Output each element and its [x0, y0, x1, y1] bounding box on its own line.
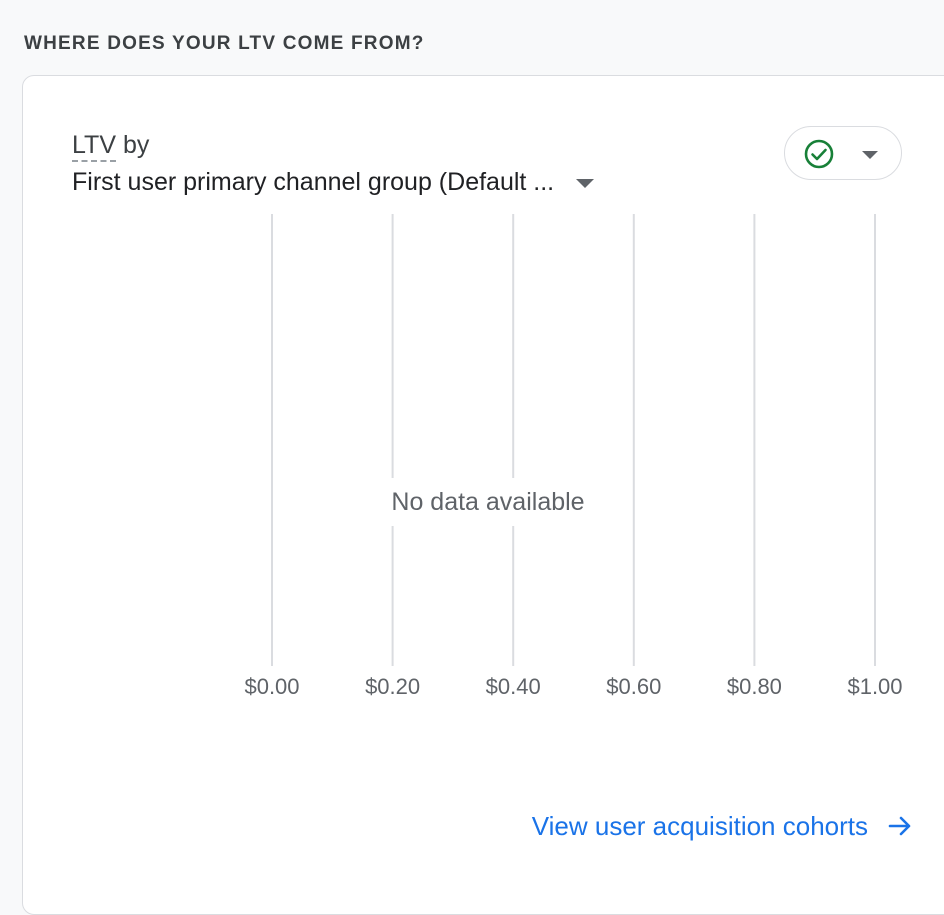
- caret-down-icon: [576, 178, 595, 188]
- data-quality-status-button[interactable]: [784, 126, 902, 180]
- check-circle-icon: [804, 139, 834, 169]
- metric-line: LTV by: [72, 128, 594, 162]
- card-header: LTV by First user primary channel group …: [72, 128, 595, 198]
- section-title: WHERE DOES YOUR LTV COME FROM?: [24, 33, 425, 54]
- dimension-dropdown[interactable]: First user primary channel group (Defaul…: [72, 166, 595, 198]
- metric-suffix: by: [122, 131, 150, 159]
- view-user-acquisition-cohorts-link[interactable]: View user acquisition cohorts: [532, 806, 914, 846]
- status-caret-down-icon: [862, 151, 878, 159]
- dimension-label: First user primary channel group (Defaul…: [72, 168, 555, 196]
- metric-label[interactable]: LTV: [72, 131, 116, 162]
- arrow-right-icon: [888, 816, 911, 836]
- no-data-message: No data available: [358, 478, 618, 526]
- cohorts-link-label: View user acquisition cohorts: [531, 811, 868, 841]
